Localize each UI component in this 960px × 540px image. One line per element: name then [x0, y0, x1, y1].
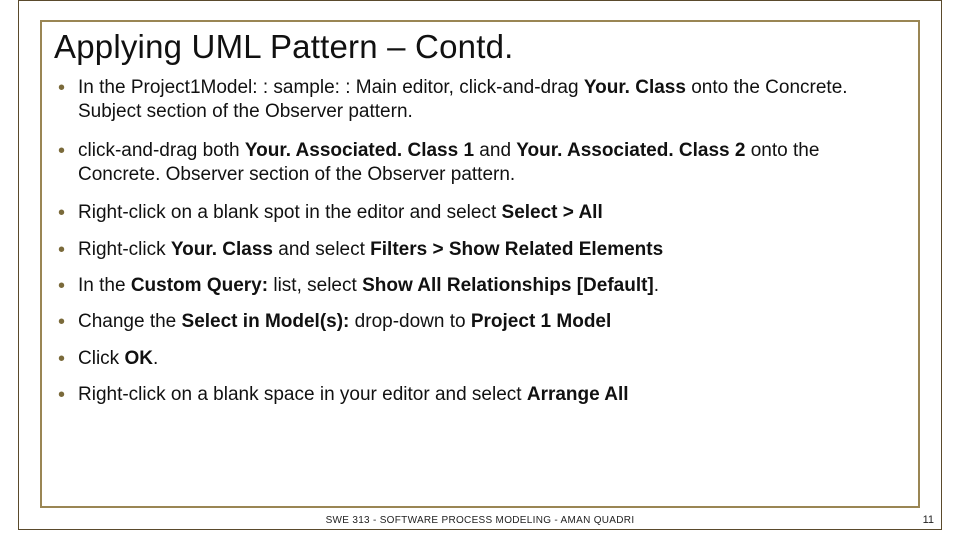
bullet-text: and select [273, 239, 370, 260]
bullet-text: . [153, 348, 158, 369]
footer-text: SWE 313 - SOFTWARE PROCESS MODELING - AM… [0, 515, 960, 526]
bullet-text: Click [78, 348, 124, 369]
page-number: 11 [923, 514, 934, 526]
bullet-bold: Arrange All [527, 384, 629, 405]
bullet-bold: Your. Class [171, 239, 273, 260]
bullet-bold: OK [124, 348, 153, 369]
content-frame: Applying UML Pattern – Contd. In the Pro… [40, 20, 920, 508]
slide: Applying UML Pattern – Contd. In the Pro… [0, 0, 960, 540]
bullet-text: click-and-drag both [78, 140, 245, 161]
bullet-text: Right-click [78, 239, 171, 260]
bullet-item-1: In the Project1Model: : sample: : Main e… [54, 76, 906, 125]
bullet-text: Right-click on a blank spot in the edito… [78, 202, 502, 223]
bullet-text: In the [78, 275, 131, 296]
bullet-item-3: Right-click on a blank spot in the edito… [54, 201, 906, 225]
bullet-item-4: Right-click Your. Class and select Filte… [54, 238, 906, 262]
bullet-text: drop-down to [349, 311, 470, 332]
bullet-item-7: Click OK. [54, 347, 906, 371]
bullet-bold: Your. Associated. Class 2 [516, 140, 745, 161]
bullet-text: . [654, 275, 659, 296]
bullet-bold: Select > All [502, 202, 603, 223]
bullet-text: and [474, 140, 516, 161]
bullet-text: Change the [78, 311, 182, 332]
slide-title: Applying UML Pattern – Contd. [54, 28, 906, 66]
bullet-bold: Your. Class [584, 77, 686, 98]
bullet-bold: Show All Relationships [Default] [362, 275, 654, 296]
bullet-bold: Select in Model(s): [182, 311, 350, 332]
bullet-text: Right-click on a blank space in your edi… [78, 384, 527, 405]
bullet-item-2: click-and-drag both Your. Associated. Cl… [54, 139, 906, 188]
bullet-text: list, select [268, 275, 362, 296]
bullet-bold: Project 1 Model [471, 311, 611, 332]
bullet-item-5: In the Custom Query: list, select Show A… [54, 274, 906, 298]
bullet-bold: Your. Associated. Class 1 [245, 140, 474, 161]
bullet-bold: Filters > Show Related Elements [370, 239, 663, 260]
bullet-bold: Custom Query: [131, 275, 268, 296]
bullet-list: In the Project1Model: : sample: : Main e… [54, 76, 906, 407]
bullet-text: In the Project1Model: : sample: : Main e… [78, 77, 584, 98]
bullet-item-8: Right-click on a blank space in your edi… [54, 383, 906, 407]
bullet-item-6: Change the Select in Model(s): drop-down… [54, 310, 906, 334]
